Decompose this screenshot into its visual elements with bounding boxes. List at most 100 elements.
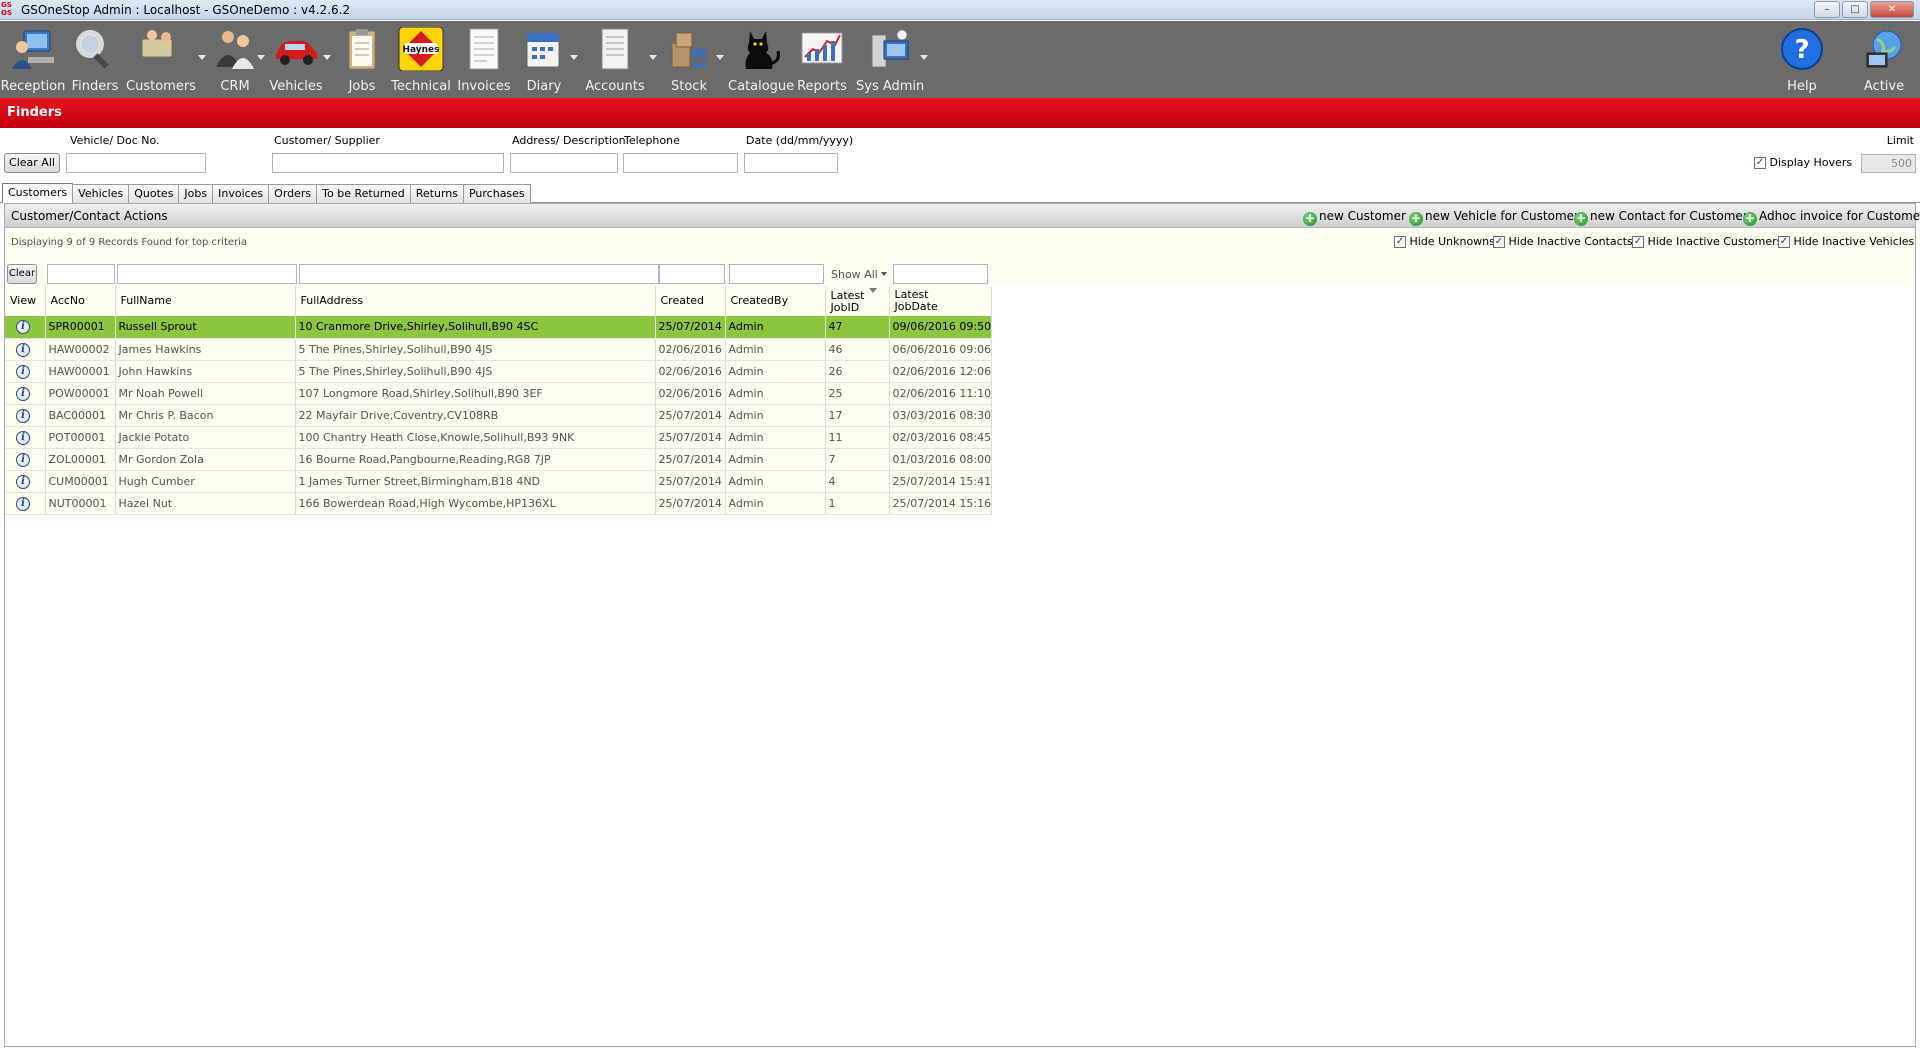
limit-input[interactable]: 500 (1861, 154, 1916, 173)
hide-unknowns-option[interactable]: ✓ Hide Unknowns (1394, 235, 1495, 248)
col-latest-jobid[interactable]: Latest JobID (825, 286, 890, 316)
toolbar-diary[interactable]: Diary (520, 21, 578, 98)
table-row[interactable]: i POW00001 Mr Noah Powell 107 Longmore Road… (5, 382, 992, 405)
tab-vehicles[interactable]: Vehicles (72, 184, 130, 203)
chevron-down-icon[interactable] (716, 55, 724, 60)
cell-view: i (5, 492, 46, 515)
new-contact-button[interactable]: + new Contact for Customer (1574, 209, 1748, 226)
table-row[interactable]: i ZOL00001 Mr Gordon Zola 16 Bourne Road,Pa… (5, 448, 992, 471)
hide-inactive-customers-option[interactable]: ✓ Hide Inactive Customers (1632, 235, 1782, 248)
info-icon[interactable]: i (16, 430, 30, 445)
vehicle-doc-label: Vehicle/ Doc No. (70, 134, 160, 147)
filter-createdby-input[interactable] (729, 264, 824, 284)
toolbar-technical[interactable]: Haynes Technical (391, 21, 451, 98)
chevron-down-icon[interactable] (198, 55, 206, 60)
show-all-dropdown[interactable]: Show All (831, 268, 888, 281)
customer-supplier-input[interactable] (272, 153, 504, 173)
title-bar: GS OS GSOneStop Admin : Localhost - GSOn… (0, 0, 1920, 20)
new-customer-button[interactable]: + new Customer (1303, 209, 1406, 226)
chevron-down-icon[interactable] (570, 55, 578, 60)
tab-quotes[interactable]: Quotes (128, 184, 180, 203)
toolbar-customers[interactable]: Customers (126, 21, 206, 98)
toolbar-active[interactable]: Active (1856, 21, 1912, 98)
info-icon[interactable]: i (16, 386, 30, 401)
telephone-input[interactable] (623, 153, 738, 173)
minimize-button[interactable]: – (1814, 1, 1840, 18)
close-button[interactable]: ✕ (1870, 1, 1914, 18)
col-fullname[interactable]: FullName (115, 286, 296, 316)
table-row[interactable]: i CUM00001 Hugh Cumber 1 James Turner Stree… (5, 470, 992, 493)
tab-invoices[interactable]: Invoices (212, 184, 270, 203)
hide-unknowns-checkbox[interactable]: ✓ (1394, 236, 1406, 248)
new-vehicle-button[interactable]: + new Vehicle for Customer (1409, 209, 1579, 226)
adhoc-invoice-button[interactable]: + Adhoc invoice for Customer (1743, 209, 1920, 226)
toolbar-help[interactable]: ? Help (1776, 21, 1828, 98)
filter-fulladdress-input[interactable] (299, 264, 659, 284)
table-row[interactable]: i NUT00001 Hazel Nut 166 Bowerdean Road,Hig… (5, 492, 992, 515)
hide-inactive-customers-checkbox[interactable]: ✓ (1632, 236, 1644, 248)
filter-accno-input[interactable] (47, 264, 115, 284)
clear-all-button[interactable]: Clear All (4, 153, 60, 173)
hide-inactive-vehicles-checkbox[interactable]: ✓ (1778, 236, 1790, 248)
vehicle-doc-input[interactable] (66, 153, 206, 173)
tab-returns[interactable]: Returns (409, 184, 464, 203)
clear-filters-button[interactable]: Clear (7, 264, 37, 284)
info-icon[interactable]: i (16, 364, 30, 379)
chevron-down-icon[interactable] (920, 55, 928, 60)
toolbar-crm[interactable]: CRM (210, 21, 265, 98)
filter-jobdate-input[interactable] (893, 264, 988, 284)
cell-accno: NUT00001 (45, 492, 116, 515)
toolbar-stock[interactable]: Stock (664, 21, 724, 98)
toolbar-accounts[interactable]: Accounts (580, 21, 657, 98)
toolbar-finders[interactable]: Finders (67, 21, 123, 98)
hide-inactive-contacts-option[interactable]: ✓ Hide Inactive Contacts (1493, 235, 1633, 248)
col-created[interactable]: Created (655, 286, 726, 316)
col-createdby[interactable]: CreatedBy (725, 286, 826, 316)
hide-inactive-vehicles-label: Hide Inactive Vehicles (1793, 235, 1915, 248)
cell-latest-jobdate: 01/03/2016 08:00 (889, 448, 992, 471)
col-latest-jobdate[interactable]: Latest JobDate (889, 286, 992, 316)
toolbar-reception[interactable]: Reception (0, 21, 66, 98)
tab-customers[interactable]: Customers (2, 183, 74, 203)
tab-orders[interactable]: Orders (268, 184, 318, 203)
toolbar-jobs[interactable]: Jobs (340, 21, 384, 98)
app-logo-top: GS (1, 1, 12, 9)
table-row[interactable]: i SPR00001 Russell Sprout 10 Cranmore Drive… (5, 316, 992, 339)
info-icon[interactable]: i (16, 320, 30, 335)
chevron-down-icon[interactable] (323, 55, 331, 60)
chevron-down-icon[interactable] (257, 55, 265, 60)
col-fulladdress[interactable]: FullAddress (295, 286, 656, 316)
toolbar-invoices[interactable]: Invoices (454, 21, 514, 98)
tab-jobs[interactable]: Jobs (178, 184, 214, 203)
toolbar-catalogue[interactable]: Catalogue (728, 21, 794, 98)
col-accno[interactable]: AccNo (45, 286, 116, 316)
toolbar-reports[interactable]: Reports (796, 21, 848, 98)
table-row[interactable]: i HAW00001 John Hawkins 5 The Pines,Shirley… (5, 360, 992, 383)
display-hovers-option[interactable]: ✓ Display Hovers (1754, 156, 1852, 169)
info-icon[interactable]: i (16, 474, 30, 489)
toolbar-label: CRM (220, 79, 250, 94)
date-label: Date (dd/mm/yyyy) (746, 134, 854, 147)
info-icon[interactable]: i (16, 496, 30, 511)
maximize-button[interactable]: □ (1842, 1, 1868, 18)
address-description-input[interactable] (510, 153, 618, 173)
display-hovers-checkbox[interactable]: ✓ (1754, 157, 1766, 169)
info-icon[interactable]: i (16, 408, 30, 423)
filter-fullname-input[interactable] (117, 264, 297, 284)
filter-created-input[interactable] (659, 264, 725, 284)
table-row[interactable]: i POT00001 Jackie Potato 100 Chantry Heath … (5, 426, 992, 449)
date-input[interactable] (744, 153, 838, 173)
tab-to-be-returned[interactable]: To be Returned (316, 184, 411, 203)
tab-purchases[interactable]: Purchases (462, 184, 531, 203)
grid-toolbar: Displaying 9 of 9 Records Found for top … (5, 229, 1915, 285)
info-icon[interactable]: i (16, 342, 30, 357)
table-row[interactable]: i HAW00002 James Hawkins 5 The Pines,Shirle… (5, 338, 992, 361)
hide-inactive-contacts-checkbox[interactable]: ✓ (1493, 236, 1505, 248)
hide-inactive-vehicles-option[interactable]: ✓ Hide Inactive Vehicles (1778, 235, 1914, 248)
col-view[interactable]: View (5, 286, 46, 316)
chevron-down-icon[interactable] (649, 55, 657, 60)
table-row[interactable]: i BAC00001 Mr Chris P. Bacon 22 Mayfair Dri… (5, 404, 992, 427)
toolbar-sys-admin[interactable]: Sys Admin (856, 21, 928, 98)
toolbar-vehicles[interactable]: Vehicles (268, 21, 331, 98)
info-icon[interactable]: i (16, 452, 30, 467)
